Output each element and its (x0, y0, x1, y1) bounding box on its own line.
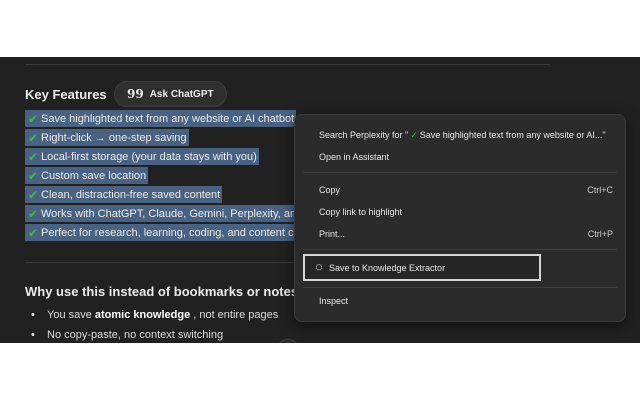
menu-item-print[interactable]: Print... Ctrl+P (303, 224, 617, 244)
menu-separator (303, 172, 617, 173)
list-item[interactable]: ✔ Right-click → one-step saving (25, 128, 304, 147)
quote-icon: 99 (127, 87, 144, 101)
list-item: • No copy-paste, no context switching (31, 329, 224, 341)
menu-item-save-knowledge-extractor[interactable]: ⛭ Save to Knowledge Extractor (303, 254, 541, 281)
scroll-down-button[interactable] (276, 339, 300, 343)
check-icon: ✔ (27, 206, 39, 221)
context-menu: Search Perplexity for " ✓ Save highlight… (294, 114, 626, 322)
ask-chatgpt-button[interactable]: 99 Ask ChatGPT (114, 81, 227, 107)
check-icon: ✔ (27, 168, 39, 183)
shortcut-label: Ctrl+C (587, 185, 613, 195)
page-content: Key Features 99 Ask ChatGPT ✔ Save highli… (0, 57, 640, 343)
list-item[interactable]: ✔ Clean, distraction-free saved content (25, 185, 304, 204)
ask-chatgpt-label: Ask ChatGPT (149, 88, 214, 100)
feature-list: ✔ Save highlighted text from any website … (25, 109, 305, 242)
bullet-icon: • (31, 309, 35, 321)
list-item[interactable]: ✔ Custom save location (25, 166, 304, 185)
section-title: Key Features (25, 87, 107, 102)
list-item[interactable]: ✔ Works with ChatGPT, Claude, Gemini, Per… (25, 204, 305, 223)
check-icon: ✔ (27, 225, 39, 240)
check-icon: ✔ (27, 187, 39, 202)
menu-separator (303, 287, 617, 288)
check-icon: ✔ (27, 130, 39, 145)
menu-item-inspect[interactable]: Inspect (303, 291, 617, 311)
why-title: Why use this instead of bookmarks or not… (25, 284, 325, 299)
list-item[interactable]: ✔ Perfect for research, learning, coding,… (25, 223, 304, 242)
check-icon: ✔ (27, 149, 39, 164)
bullet-icon: • (31, 329, 35, 341)
extension-icon: ⛭ (315, 262, 323, 272)
divider (25, 64, 550, 65)
list-item: • You save atomic knowledge , not entire… (31, 309, 279, 321)
why-list: • You save atomic knowledge , not entire… (31, 305, 278, 343)
list-item[interactable]: ✔ Local-first storage (your data stays wi… (25, 147, 304, 166)
menu-item-copy-link[interactable]: Copy link to highlight (303, 202, 617, 222)
check-icon: ✔ (27, 111, 39, 126)
menu-separator (303, 249, 617, 250)
menu-item-search-perplexity[interactable]: Search Perplexity for " ✓ Save highlight… (303, 125, 617, 145)
check-icon: ✓ (410, 129, 418, 140)
shortcut-label: Ctrl+P (587, 229, 613, 239)
list-item[interactable]: ✔ Save highlighted text from any website … (25, 109, 304, 128)
menu-item-copy[interactable]: Copy Ctrl+C (303, 180, 617, 200)
menu-item-open-assistant[interactable]: Open in Assistant (303, 147, 617, 167)
